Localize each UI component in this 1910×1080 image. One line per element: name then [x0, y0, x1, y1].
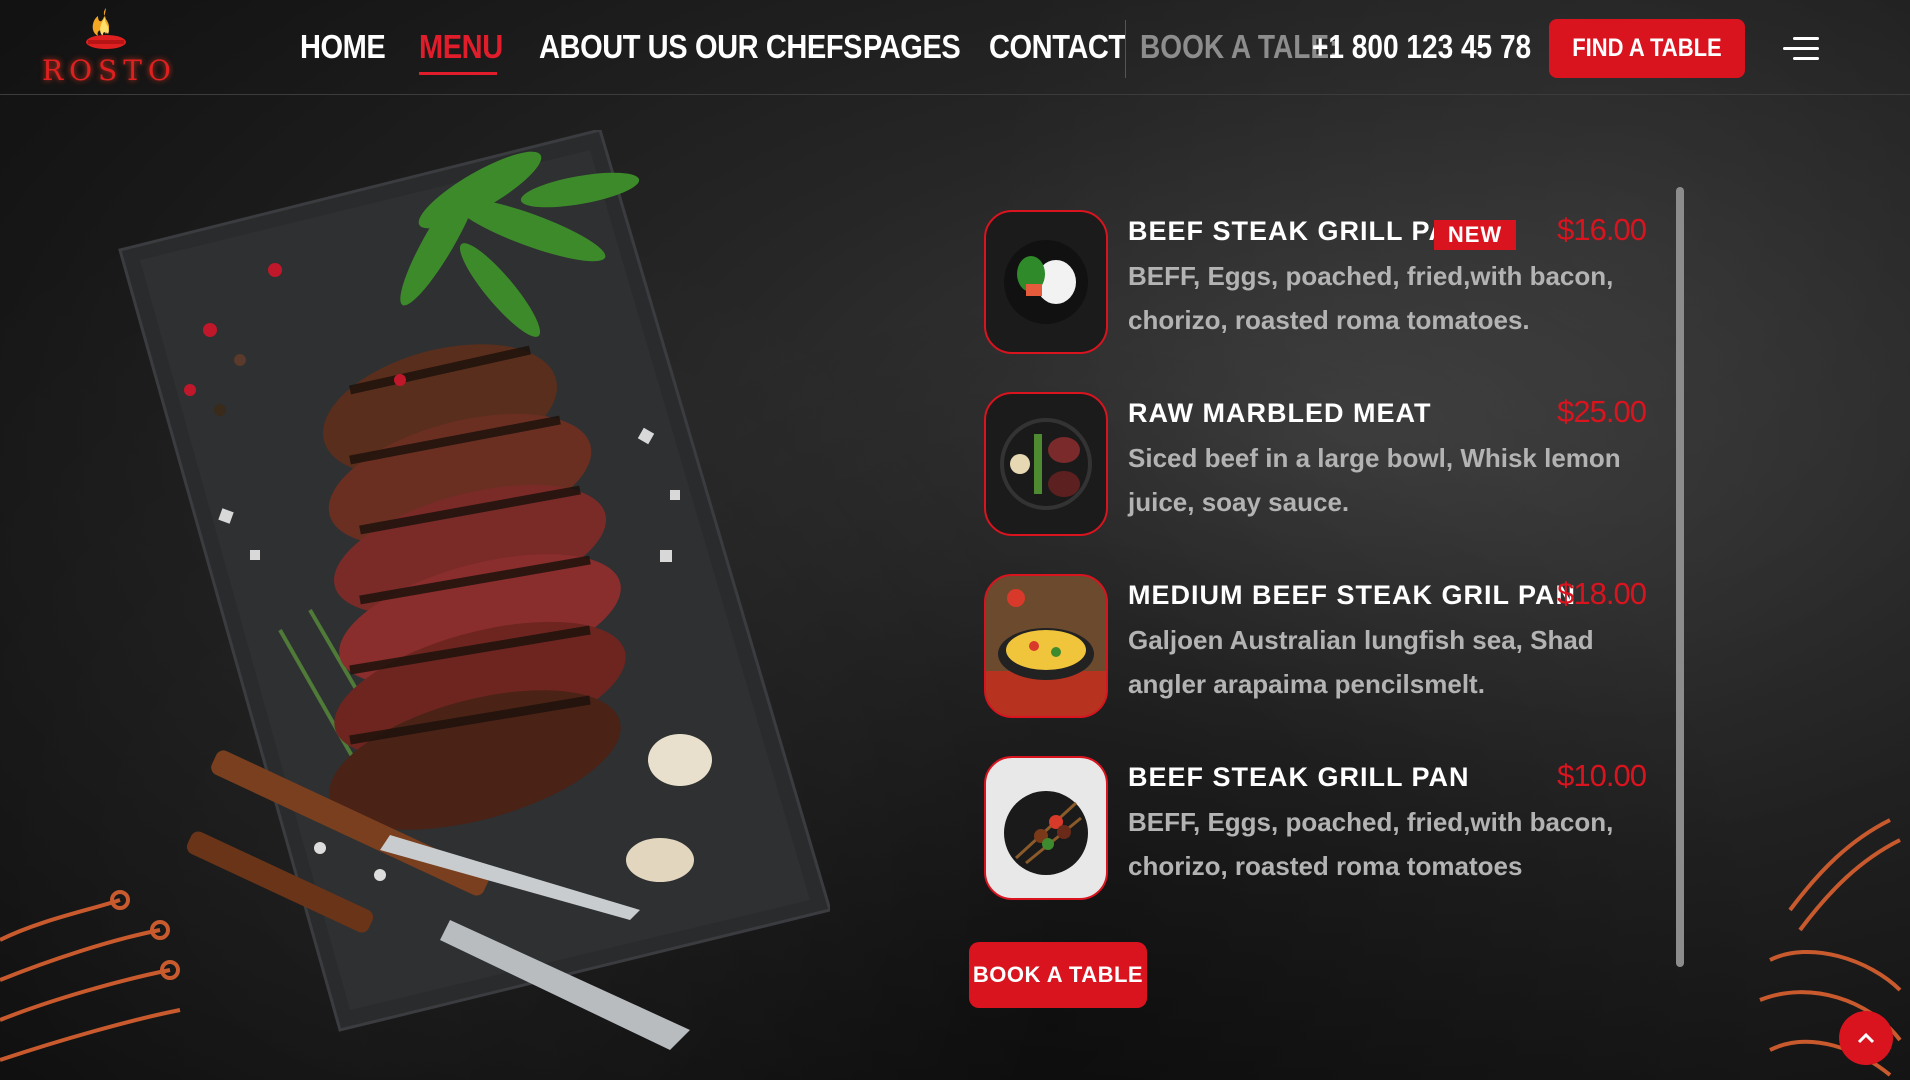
- dish-name: MEDIUM BEEF STEAK GRIL PAN: [1128, 580, 1577, 610]
- nav-item-menu[interactable]: MENU: [419, 28, 503, 66]
- dish-name: RAW MARBLED MEAT: [1128, 398, 1432, 428]
- dish-thumbnail: [984, 756, 1108, 900]
- menu-scrollbar[interactable]: [1676, 187, 1684, 967]
- hamburger-icon[interactable]: [1783, 37, 1819, 61]
- dish-name: BEEF STEAK GRILL PAN: [1128, 762, 1470, 792]
- nav-item-our-chefs[interactable]: OUR CHEFS: [695, 28, 863, 66]
- dish-description: Siced beef in a large bowl, Whisk lemon …: [1128, 443, 1621, 517]
- dish-thumbnail: [984, 392, 1108, 536]
- dish-price: $10.00: [1557, 758, 1647, 793]
- dish-thumbnail: [984, 210, 1108, 354]
- ribs-sketch-icon: [0, 890, 181, 1062]
- flame-icon: [86, 8, 126, 49]
- nav-item-contact[interactable]: CONTACT: [989, 28, 1126, 66]
- menu-item[interactable]: BEEF STEAK GRILL PAN $10.00 BEFF, Eggs, …: [984, 756, 1674, 901]
- menu-item[interactable]: MEDIUM BEEF STEAK GRIL PAN $18.00 Galjoe…: [984, 574, 1674, 719]
- dish-description: Galjoen Australian lungfish sea, Shad an…: [1128, 625, 1594, 699]
- dish-price: $18.00: [1557, 576, 1647, 611]
- back-to-top-button[interactable]: [1839, 1011, 1893, 1065]
- active-nav-underline: [419, 72, 497, 75]
- nav-item-pages[interactable]: PAGES: [863, 28, 961, 66]
- phone-number[interactable]: +1 800 123 45 78: [1312, 28, 1531, 66]
- menu-scrollbar-thumb[interactable]: [1676, 187, 1684, 967]
- menu-item[interactable]: RAW MARBLED MEAT $25.00 Siced beef in a …: [984, 392, 1674, 537]
- dish-name: BEEF STEAK GRILL PAN: [1128, 216, 1470, 246]
- dish-price: $25.00: [1557, 394, 1647, 429]
- nav-item-home[interactable]: HOME: [300, 28, 386, 66]
- new-badge: NEW: [1434, 220, 1516, 250]
- find-a-table-label: FIND A TABLE: [1572, 34, 1722, 62]
- book-a-table-button[interactable]: BOOK A TABLE: [969, 942, 1147, 1008]
- nav-item-about-us[interactable]: ABOUT US: [539, 28, 688, 66]
- steak-board-image: [118, 130, 830, 1050]
- dish-description: BEFF, Eggs, poached, fried,with bacon, c…: [1128, 261, 1614, 335]
- dish-price: $16.00: [1557, 212, 1647, 247]
- menu-item[interactable]: BEEF STEAK GRILL PAN NEW $16.00 BEFF, Eg…: [984, 210, 1674, 355]
- chevron-up-icon: [1857, 1032, 1875, 1044]
- dish-description: BEFF, Eggs, poached, fried,with bacon, c…: [1128, 807, 1614, 881]
- find-a-table-button[interactable]: FIND A TABLE: [1549, 19, 1745, 78]
- book-label: BOOK A TALE:: [1140, 28, 1339, 65]
- brand-name: ROSTO: [42, 54, 177, 87]
- brand-logo[interactable]: ROSTO: [38, 6, 178, 87]
- dish-thumbnail: [984, 574, 1108, 718]
- site-header: ROSTO HOME MENU ABOUT US OUR CHEFS PAGES…: [0, 0, 1910, 95]
- header-divider: [1125, 20, 1126, 78]
